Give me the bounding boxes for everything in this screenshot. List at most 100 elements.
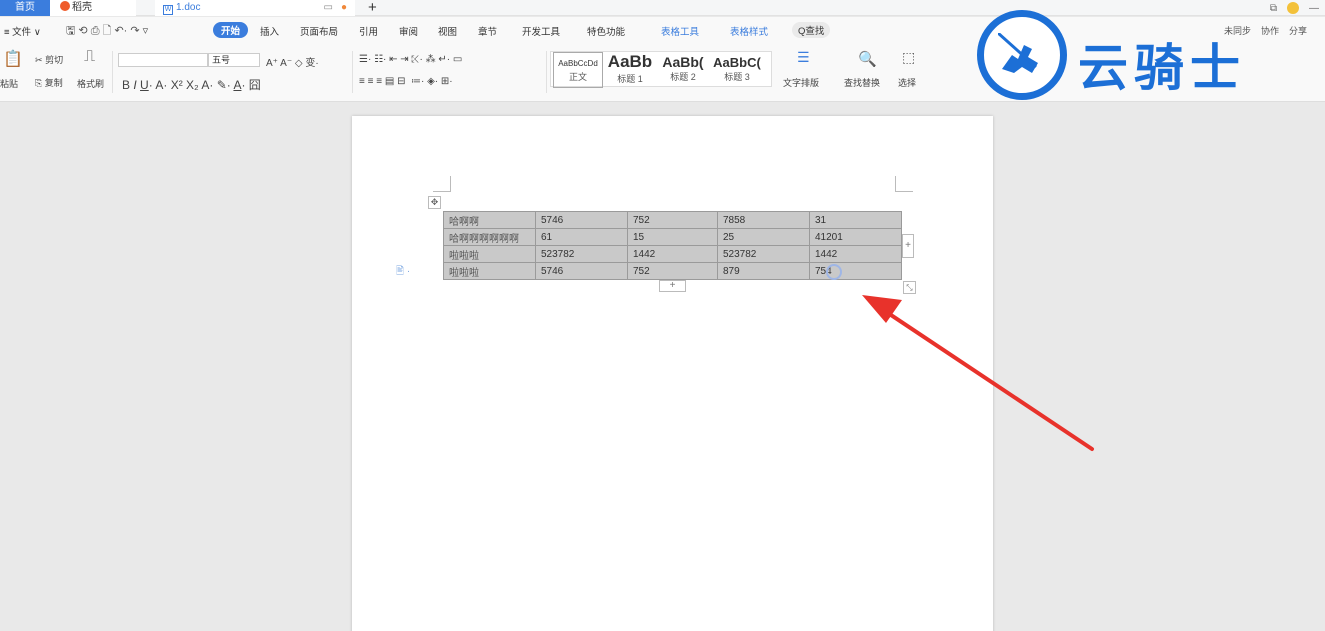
- menu-view[interactable]: 视图: [438, 24, 457, 38]
- unsaved-dot-icon: ●: [340, 2, 347, 13]
- divider: [352, 51, 353, 93]
- document-page[interactable]: [352, 116, 993, 631]
- style-caption: 标题 2: [670, 72, 696, 82]
- style-sample: AaBbC(: [713, 55, 761, 70]
- find-replace-button[interactable]: 查找替换: [844, 76, 880, 89]
- table-row: 啦啦啦 523782 1442 523782 1442: [443, 245, 902, 263]
- table-cell[interactable]: 啦啦啦: [443, 245, 536, 263]
- text-layout-button[interactable]: 文字排版: [783, 76, 819, 89]
- menu-home[interactable]: 开始: [213, 22, 249, 38]
- table-cell[interactable]: 61: [535, 228, 628, 246]
- table-cell[interactable]: 5746: [535, 211, 628, 229]
- table-cell[interactable]: 523782: [717, 245, 810, 263]
- margin-mark: [895, 176, 913, 192]
- paste-button[interactable]: 粘贴: [0, 77, 18, 90]
- style-heading-1[interactable]: AaBb 标题 1: [605, 52, 655, 88]
- menu-search[interactable]: Q查找: [792, 22, 831, 38]
- style-heading-3[interactable]: AaBbC( 标题 3: [711, 52, 763, 88]
- table-cell[interactable]: 754: [809, 262, 902, 280]
- new-tab-button[interactable]: +: [368, 0, 377, 16]
- style-heading-2[interactable]: AaBb( 标题 2: [657, 52, 709, 88]
- logo-emblem: [977, 10, 1067, 100]
- menu-review[interactable]: 审阅: [399, 24, 418, 38]
- table-cell[interactable]: 15: [627, 228, 718, 246]
- copy-label: 复制: [44, 78, 63, 88]
- style-sample: AaBb(: [662, 54, 704, 70]
- cut-label: 剪切: [45, 55, 64, 65]
- list-tools[interactable]: ☰· ☷· ⇤ ⇥ ⤪· ⁂ ↵· ▭: [359, 54, 462, 65]
- format-painter-button[interactable]: 格式刷: [77, 77, 104, 90]
- style-caption: 标题 1: [617, 74, 643, 84]
- table-cell[interactable]: 7858: [717, 211, 810, 229]
- tab-daoke[interactable]: 稻壳: [50, 0, 136, 16]
- share-button[interactable]: 分享: [1289, 24, 1307, 37]
- select-button[interactable]: 选择: [898, 76, 916, 89]
- table-move-handle[interactable]: ✥: [428, 196, 441, 209]
- tab-status: ▭ ●: [323, 2, 348, 13]
- style-gallery: AaBbCcDd 正文 AaBb 标题 1 AaBb( 标题 2 AaBbC( …: [550, 51, 772, 88]
- divider: [112, 51, 113, 93]
- add-row-button[interactable]: +: [659, 280, 686, 292]
- table-cell[interactable]: 1442: [627, 245, 718, 263]
- click-indicator-icon: [826, 264, 842, 280]
- collaborate-button[interactable]: 协作: [1261, 24, 1279, 37]
- table-cell[interactable]: 啦啦啦: [443, 262, 536, 280]
- menu-insert[interactable]: 插入: [260, 24, 279, 38]
- table-cell[interactable]: 1442: [809, 245, 902, 263]
- style-caption: 正文: [568, 72, 587, 82]
- menu-file[interactable]: ≡ 文件 ∨: [4, 24, 41, 38]
- table-cell[interactable]: 哈啊啊啊啊啊啊: [443, 228, 536, 246]
- select-icon[interactable]: ⬚: [902, 49, 915, 66]
- menu-chapter[interactable]: 章节: [478, 24, 497, 38]
- tab-home[interactable]: 首页: [0, 0, 50, 16]
- avatar[interactable]: [1287, 2, 1299, 14]
- menu-features[interactable]: 特色功能: [587, 24, 625, 38]
- window-controls: ⧉ —: [1270, 0, 1319, 16]
- style-caption: 标题 3: [724, 72, 750, 82]
- table-cell[interactable]: 523782: [535, 245, 628, 263]
- menu-table-tools[interactable]: 表格工具: [661, 24, 699, 38]
- copy-button[interactable]: ⎘ 复制: [35, 76, 63, 89]
- find-icon[interactable]: 🔍: [858, 50, 877, 68]
- format-painter-icon[interactable]: ⎍: [84, 48, 95, 66]
- quick-access-toolbar: 🖫 ⟲ ⎙ 🗋 ↶· ↷ ▿: [66, 25, 149, 37]
- tab-document[interactable]: W 1.doc ▭ ●: [155, 0, 355, 16]
- margin-mark: [433, 176, 451, 192]
- paste-icon[interactable]: 📋: [3, 49, 23, 69]
- tab-bar: 首页 稻壳 W 1.doc ▭ ● + ⧉ —: [0, 0, 1325, 16]
- font-size-select[interactable]: 五号: [208, 53, 260, 67]
- knight-icon: [998, 33, 1038, 73]
- table-cell[interactable]: 752: [627, 211, 718, 229]
- table-resize-handle[interactable]: ⤡: [903, 281, 916, 294]
- layout-icon[interactable]: ⧉: [1270, 3, 1277, 14]
- menu-developer[interactable]: 开发工具: [522, 24, 560, 38]
- table-cell[interactable]: 25: [717, 228, 810, 246]
- paragraph-align-tools[interactable]: ≡ ≡ ≡ ▤ ⊟ ≔· ◈· ⊞·: [359, 76, 453, 87]
- style-normal[interactable]: AaBbCcDd 正文: [553, 52, 603, 88]
- add-column-button[interactable]: +: [902, 234, 914, 258]
- table-cell[interactable]: 752: [627, 262, 718, 280]
- menu-references[interactable]: 引用: [359, 24, 378, 38]
- font-size-tools[interactable]: A⁺ A⁻ ◇ 变·: [266, 54, 319, 69]
- table-cell[interactable]: 41201: [809, 228, 902, 246]
- paragraph-icon[interactable]: 🖹 ·: [396, 264, 410, 281]
- cut-button[interactable]: ✂ 剪切: [35, 53, 63, 66]
- copy-icon: ⎘: [35, 78, 43, 88]
- table-cell[interactable]: 5746: [535, 262, 628, 280]
- table-cell[interactable]: 哈啊啊: [443, 211, 536, 229]
- menu-page-layout[interactable]: 页面布局: [300, 24, 338, 38]
- tab-daoke-label: 稻壳: [72, 2, 92, 13]
- minimize-icon[interactable]: —: [1309, 3, 1319, 14]
- table-cell[interactable]: 879: [717, 262, 810, 280]
- table-row: 哈啊啊 5746 752 7858 31: [443, 211, 902, 229]
- divider: [546, 51, 547, 93]
- style-sample: AaBb: [607, 52, 653, 71]
- daoke-icon: [60, 1, 70, 11]
- text-layout-icon[interactable]: ☰: [797, 49, 810, 66]
- font-family-select[interactable]: [118, 53, 208, 67]
- table-cell[interactable]: 31: [809, 211, 902, 229]
- font-format-tools[interactable]: B I U· A· X² X₂ A· ✎· A· 囧: [122, 76, 261, 93]
- scissors-icon: ✂: [35, 55, 43, 65]
- menu-table-style[interactable]: 表格样式: [730, 24, 768, 38]
- tab-document-label: 1.doc: [176, 2, 201, 13]
